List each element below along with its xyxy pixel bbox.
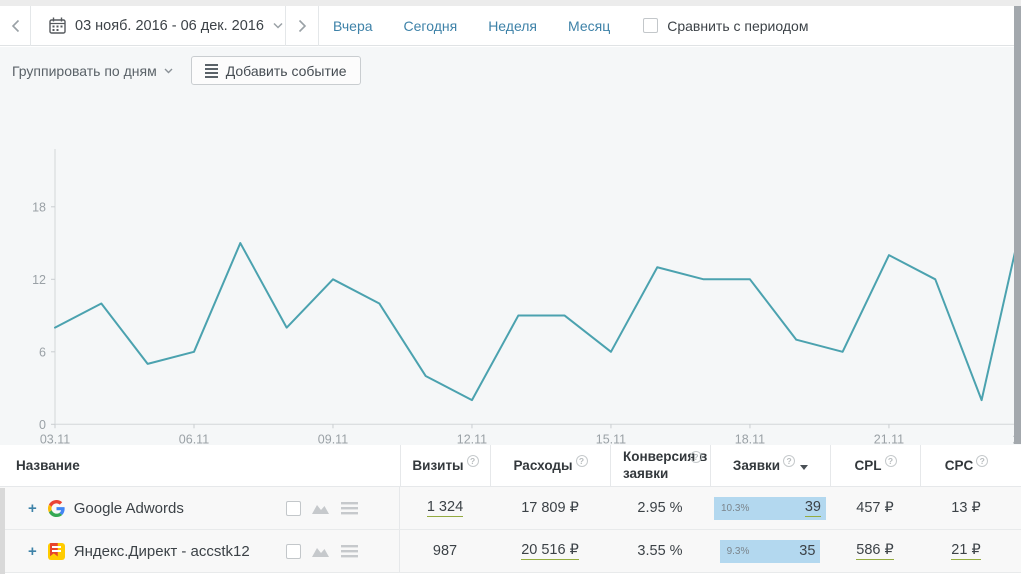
visits-value[interactable]: 1 324: [427, 499, 463, 517]
cpl-value[interactable]: 586 ₽: [856, 542, 893, 560]
svg-text:18: 18: [32, 200, 46, 214]
compare-period-control[interactable]: Сравнить с периодом: [643, 18, 808, 34]
cpc-value[interactable]: 21 ₽: [951, 542, 980, 560]
topbar: 03 нояб. 2016 - 06 дек. 2016 Вчера Сегод…: [0, 6, 1021, 46]
expand-row-button[interactable]: +: [28, 543, 37, 560]
area-chart-icon[interactable]: [312, 501, 330, 515]
chevron-down-icon: [164, 68, 173, 74]
sort-desc-icon[interactable]: [800, 465, 808, 470]
costs-value[interactable]: 20 516 ₽: [521, 542, 579, 560]
chevron-left-icon: [11, 19, 20, 33]
conversion-value: 3.55 %: [637, 543, 682, 559]
leads-share-label: 9.3%: [727, 546, 750, 557]
leads-value: 35: [799, 543, 815, 559]
leads-line-chart[interactable]: 06121803.1106.1109.1112.1115.1118.1121.1…: [0, 135, 1021, 465]
leads-share-bar: 10.3% 39: [714, 497, 826, 520]
column-header-costs[interactable]: Расходы?: [490, 445, 610, 486]
column-header-conversion[interactable]: Конверсия взаявки ?: [610, 445, 710, 486]
chevron-down-icon: [273, 22, 283, 29]
leads-share-label: 10.3%: [721, 503, 749, 514]
column-header-leads[interactable]: Заявки?: [710, 445, 830, 486]
help-icon[interactable]: ?: [783, 455, 795, 467]
expand-row-button[interactable]: +: [28, 500, 37, 517]
analytics-dashboard: 03 нояб. 2016 - 06 дек. 2016 Вчера Сегод…: [0, 0, 1021, 574]
date-range-picker[interactable]: 03 нояб. 2016 - 06 дек. 2016: [31, 6, 285, 46]
table-left-scrollbar[interactable]: [0, 488, 5, 574]
help-icon[interactable]: ?: [576, 455, 588, 467]
visits-value: 987: [433, 543, 457, 559]
calendar-icon: [49, 17, 66, 34]
help-icon[interactable]: ?: [885, 455, 897, 467]
add-event-label: Добавить событие: [226, 63, 347, 79]
column-header-cpl[interactable]: CPL?: [830, 445, 920, 486]
prev-period-button[interactable]: [0, 6, 30, 46]
conversion-value: 2.95 %: [637, 500, 682, 516]
group-by-label: Группировать по дням: [12, 63, 157, 79]
list-icon[interactable]: [341, 545, 358, 558]
next-period-button[interactable]: [286, 6, 318, 46]
area-chart-icon[interactable]: [312, 544, 330, 558]
leads-value[interactable]: 39: [805, 499, 821, 517]
svg-text:6: 6: [39, 345, 46, 359]
table-row-yandex-direct: + Яндекс.Директ - accstk12 987 20 516 ₽ …: [0, 530, 1021, 573]
column-header-cpc[interactable]: CPC?: [920, 445, 1012, 486]
help-icon[interactable]: ?: [976, 455, 988, 467]
add-event-button[interactable]: Добавить событие: [191, 56, 361, 85]
list-icon[interactable]: [341, 502, 358, 515]
quick-period-links: Вчера Сегодня Неделя Месяц: [333, 18, 641, 34]
table-row-google-adwords: + Google Adwords 1 324 17 809 ₽ 2.95 %: [0, 487, 1021, 530]
svg-text:12: 12: [32, 273, 46, 287]
row-checkbox[interactable]: [286, 544, 301, 559]
costs-value: 17 809 ₽: [521, 500, 579, 516]
channels-table: Название Визиты? Расходы? Конверсия взая…: [0, 445, 1021, 573]
link-month[interactable]: Месяц: [568, 18, 610, 34]
leads-share-bar: 9.3% 35: [720, 540, 821, 563]
yandex-direct-icon: [48, 543, 65, 560]
google-icon: [48, 500, 65, 517]
group-by-dropdown[interactable]: Группировать по дням: [12, 57, 173, 85]
help-icon[interactable]: ?: [690, 451, 702, 463]
column-header-visits[interactable]: Визиты?: [400, 445, 490, 486]
cpl-value: 457 ₽: [856, 500, 893, 516]
svg-text:0: 0: [39, 418, 46, 432]
chart-toolbar: Группировать по дням Добавить событие: [12, 56, 361, 85]
table-header-row: Название Визиты? Расходы? Конверсия взая…: [0, 445, 1021, 487]
cpc-value: 13 ₽: [951, 500, 980, 516]
list-icon: [205, 64, 218, 78]
channel-name[interactable]: Google Adwords: [74, 500, 184, 517]
chart-panel: Группировать по дням Добавить событие 0 6…: [0, 47, 1021, 445]
compare-period-checkbox[interactable]: [643, 18, 658, 33]
link-yesterday[interactable]: Вчера: [333, 18, 373, 34]
divider: [318, 6, 319, 46]
link-today[interactable]: Сегодня: [404, 18, 458, 34]
row-checkbox[interactable]: [286, 501, 301, 516]
column-header-name[interactable]: Название: [0, 445, 400, 486]
help-icon[interactable]: ?: [467, 455, 479, 467]
date-range-label: 03 нояб. 2016 - 06 дек. 2016: [75, 18, 264, 34]
link-week[interactable]: Неделя: [488, 18, 537, 34]
compare-period-label: Сравнить с периодом: [667, 18, 808, 34]
channel-name[interactable]: Яндекс.Директ - accstk12: [74, 543, 250, 560]
chevron-right-icon: [298, 19, 307, 33]
vertical-scrollbar[interactable]: [1014, 6, 1021, 444]
